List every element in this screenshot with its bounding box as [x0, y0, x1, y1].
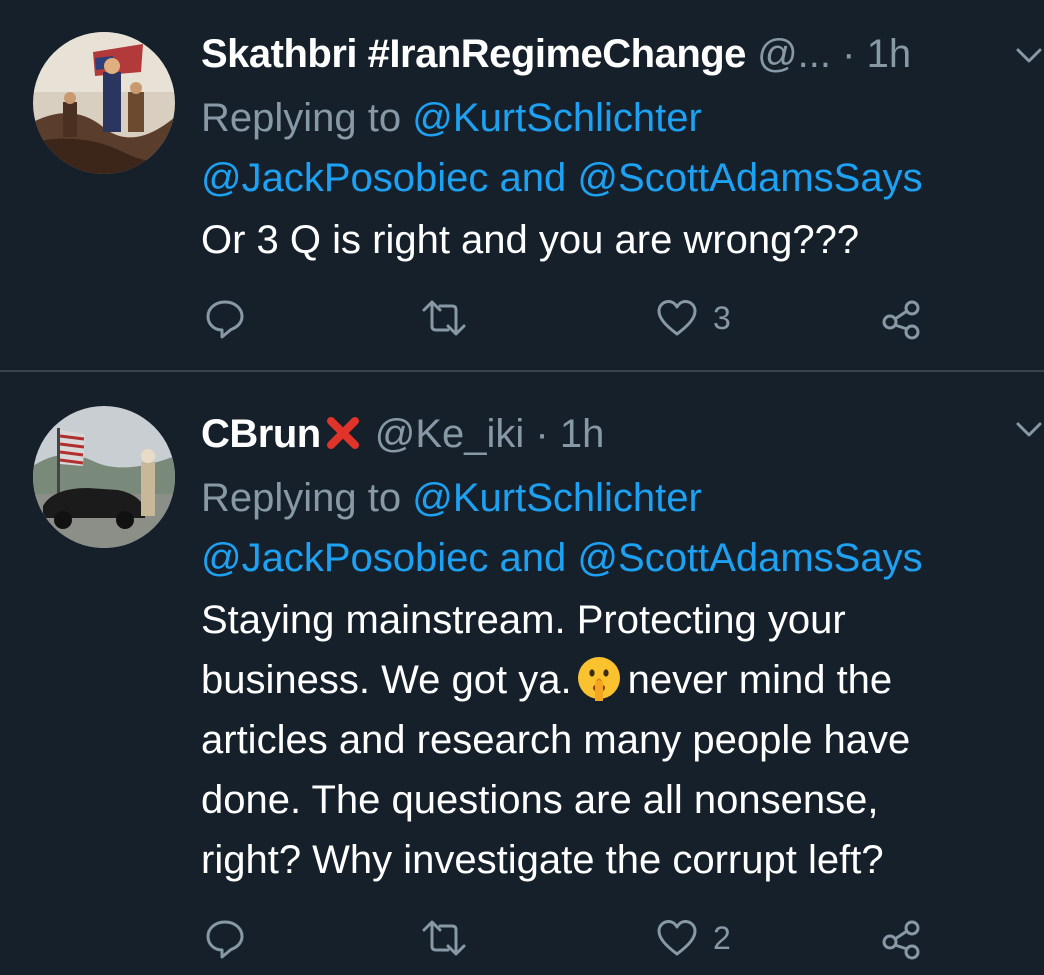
- tweet-text-line: done. The questions are all nonsense,: [201, 778, 879, 822]
- tweet[interactable]: CBrun @Ke_iki · 1h Replying to @KurtSchl…: [0, 372, 1044, 975]
- handle[interactable]: @...: [757, 32, 831, 76]
- share-icon: [882, 300, 920, 340]
- tweet-header: Skathbri #IranRegimeChange @... · 1h: [201, 28, 911, 80]
- retweet-button[interactable]: [420, 913, 468, 963]
- reply-and: and: [499, 156, 567, 200]
- reply-button[interactable]: [203, 293, 247, 343]
- like-button[interactable]: 3: [655, 293, 731, 343]
- handle[interactable]: @Ke_iki: [375, 412, 525, 456]
- heart-icon: [657, 920, 697, 956]
- share-button[interactable]: [880, 293, 924, 343]
- avatar[interactable]: [33, 32, 175, 174]
- like-count: 2: [713, 919, 731, 956]
- mention-link[interactable]: @KurtSchlichter: [412, 476, 702, 520]
- timestamp[interactable]: 1h: [867, 32, 912, 76]
- timestamp[interactable]: 1h: [560, 412, 605, 456]
- tweet-text-line: Staying mainstream. Protecting your: [201, 598, 846, 642]
- shushing-face-emoji: [576, 655, 622, 701]
- separator: ·: [842, 32, 856, 76]
- timeline: Skathbri #IranRegimeChange @... · 1h Rep…: [0, 0, 1044, 975]
- heart-icon: [657, 300, 697, 336]
- like-button[interactable]: 2: [655, 913, 731, 963]
- chevron-down-icon[interactable]: [1012, 412, 1044, 446]
- tweet-text-line: articles and research many people have: [201, 718, 911, 762]
- retweet-icon: [422, 920, 466, 956]
- reply-icon: [206, 920, 244, 959]
- display-name[interactable]: CBrun: [201, 412, 321, 456]
- action-bar: 3: [0, 293, 1044, 343]
- red-x-icon: [323, 413, 363, 453]
- separator: ·: [535, 412, 549, 456]
- avatar[interactable]: [33, 406, 175, 548]
- mention-link[interactable]: @ScottAdamsSays: [577, 156, 922, 200]
- tweet-header: CBrun @Ke_iki · 1h: [201, 408, 604, 460]
- mention-link[interactable]: @ScottAdamsSays: [577, 536, 922, 580]
- share-button[interactable]: [880, 913, 924, 963]
- share-icon: [882, 920, 920, 960]
- tweet-text: Or 3 Q is right and you are wrong???: [201, 218, 860, 262]
- chevron-down-icon[interactable]: [1012, 38, 1044, 72]
- reply-context-2: @JackPosobiec and @ScottAdamsSays: [201, 528, 923, 588]
- reply-context: Replying to @KurtSchlichter: [201, 96, 702, 140]
- action-bar: 2: [0, 913, 1044, 963]
- like-count: 3: [713, 299, 731, 336]
- mention-link[interactable]: @KurtSchlichter: [412, 96, 702, 140]
- tweet[interactable]: Skathbri #IranRegimeChange @... · 1h Rep…: [0, 0, 1044, 370]
- retweet-button[interactable]: [420, 293, 468, 343]
- mention-link[interactable]: @JackPosobiec: [201, 156, 488, 200]
- mention-link[interactable]: @JackPosobiec: [201, 536, 488, 580]
- reply-context: Replying to @KurtSchlichter: [201, 476, 702, 520]
- reply-and: and: [499, 536, 567, 580]
- reply-icon: [206, 300, 244, 339]
- display-name[interactable]: Skathbri #IranRegimeChange: [201, 32, 746, 76]
- tweet-text-line: right? Why investigate the corrupt left?: [201, 838, 884, 882]
- retweet-icon: [422, 300, 466, 336]
- reply-context-2: @JackPosobiec and @ScottAdamsSays: [201, 148, 923, 208]
- reply-button[interactable]: [203, 913, 247, 963]
- tweet-text-line: business. We got ya. never mind the: [201, 650, 892, 710]
